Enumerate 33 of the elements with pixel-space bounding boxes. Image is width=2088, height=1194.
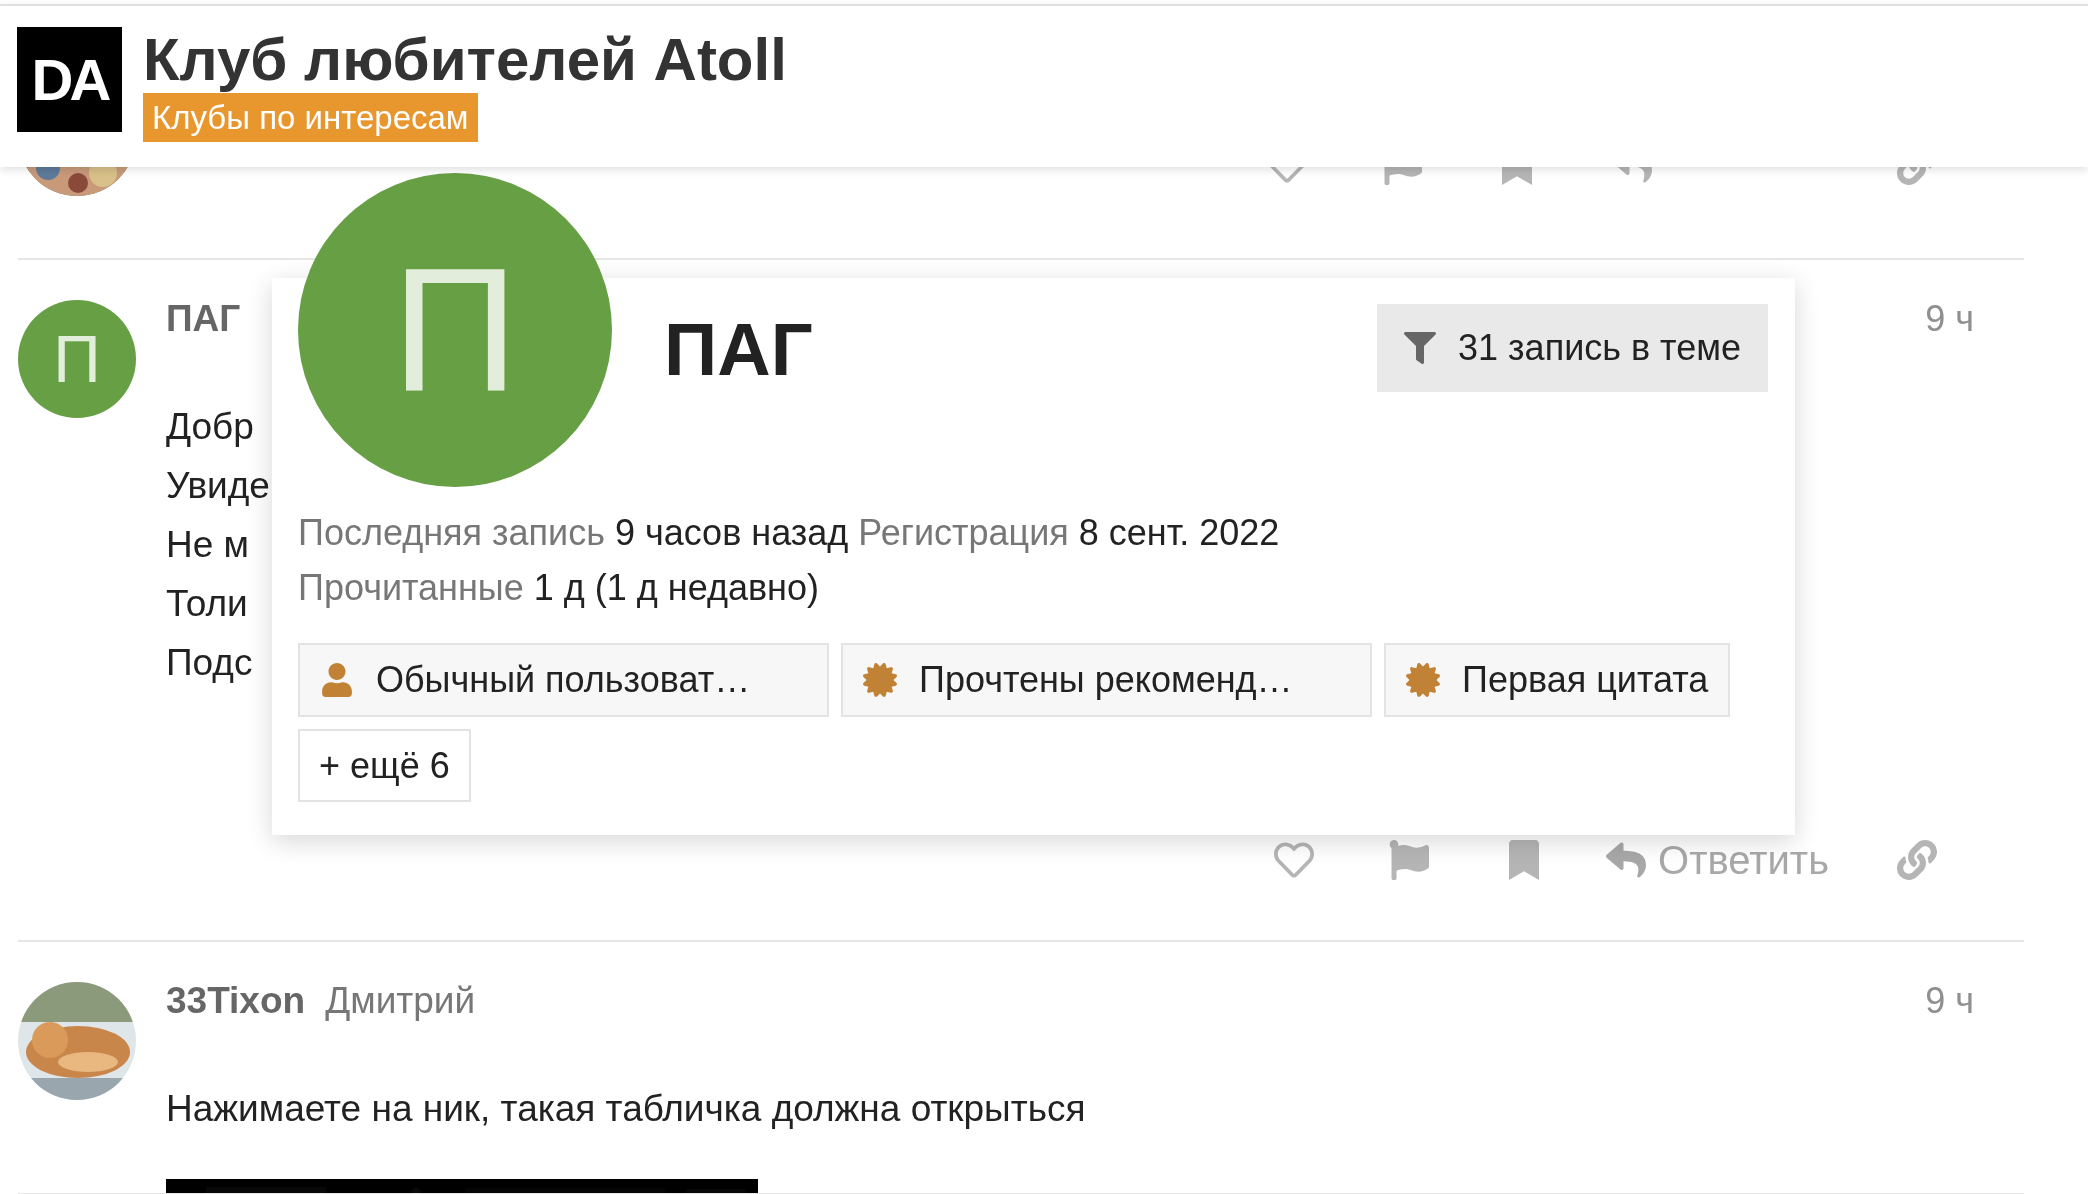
post-text: Нажимаете на ник, такая табличка должна открыться bbox=[166, 1087, 1086, 1131]
stat-label: Прочитанные bbox=[298, 566, 524, 610]
post-text: Подс bbox=[166, 641, 253, 685]
heart-icon bbox=[1273, 840, 1314, 880]
flag-icon bbox=[1388, 840, 1429, 880]
full-name: Дмитрий bbox=[325, 980, 476, 1022]
username[interactable]: 33Tixon bbox=[166, 980, 306, 1022]
more-badges-button[interactable]: + ещё 6 bbox=[298, 729, 471, 802]
username[interactable]: ПАГ bbox=[166, 298, 241, 340]
filter-icon bbox=[1404, 332, 1437, 364]
post-time[interactable]: 9 ч bbox=[1925, 980, 1974, 1022]
post-text: Толи bbox=[166, 582, 248, 626]
stat-value: 1 д (1 д недавно) bbox=[533, 566, 819, 610]
badge-chip[interactable]: Обычный пользоват… bbox=[298, 643, 829, 717]
reply-icon bbox=[1606, 840, 1646, 880]
link-icon bbox=[1896, 840, 1937, 880]
stat-label: Регистрация bbox=[858, 511, 1069, 555]
post-text: Добр bbox=[166, 405, 254, 449]
filter-button[interactable]: 31 запись в теме bbox=[1377, 304, 1768, 392]
badge-chip[interactable]: Первая цитата bbox=[1384, 643, 1731, 717]
badge-chip[interactable]: Прочтены рекоменд… bbox=[841, 643, 1372, 717]
post-text: Увиде bbox=[166, 464, 270, 508]
stat-value: 8 сент. 2022 bbox=[1078, 511, 1280, 555]
topic-title[interactable]: Клуб любителей Atoll bbox=[143, 27, 787, 93]
stat-value: 9 часов назад bbox=[614, 511, 849, 555]
site-logo[interactable]: DA bbox=[17, 27, 122, 132]
stat-label: Последняя запись bbox=[298, 511, 605, 555]
post-text: Не м bbox=[166, 523, 249, 567]
badge-icon bbox=[863, 663, 897, 697]
user-name: ПАГ bbox=[664, 308, 813, 392]
post-time[interactable]: 9 ч bbox=[1925, 298, 1974, 340]
user-icon bbox=[320, 663, 354, 697]
badge-icon bbox=[1406, 663, 1440, 697]
